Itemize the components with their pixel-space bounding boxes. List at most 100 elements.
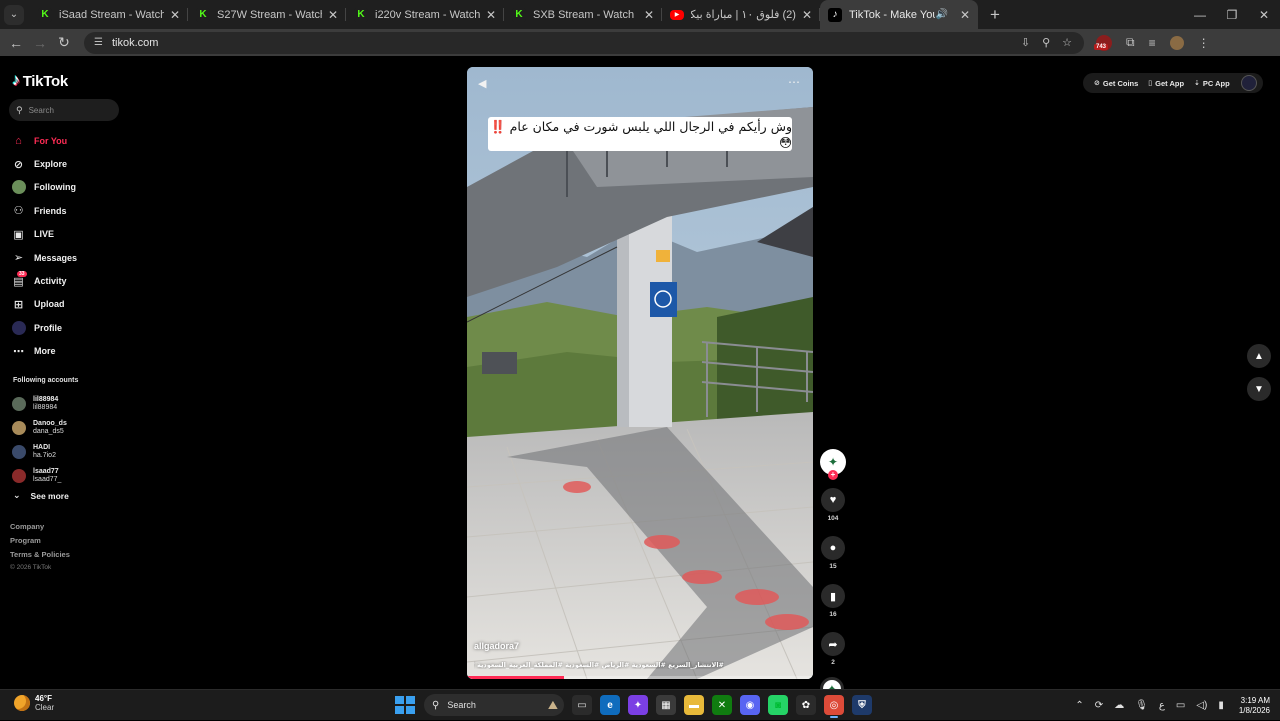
sidebar-item-messages[interactable]: ➢ Messages <box>12 246 130 269</box>
edge-icon[interactable]: e <box>600 695 620 715</box>
search-input[interactable]: ⚲ Search <box>9 99 119 121</box>
sidebar-item-explore[interactable]: ⊘ Explore <box>12 152 130 175</box>
extension-badge-icon[interactable]: 743 <box>1094 34 1112 51</box>
following-account[interactable]: HADI ha.7io2 <box>12 440 122 464</box>
chatgpt-icon[interactable]: ✿ <box>796 695 816 715</box>
close-tab-icon[interactable]: ✕ <box>486 8 496 22</box>
zoom-icon[interactable]: ⚲ <box>1042 36 1050 49</box>
install-app-icon[interactable]: ⇩ <box>1021 36 1030 49</box>
video-author[interactable]: allgadora7 <box>474 641 519 651</box>
pc-app-label: PC App <box>1202 78 1230 88</box>
copilot-icon[interactable]: ✦ <box>628 695 648 715</box>
sidebar-menu: ⌂ For You ⊘ Explore Following ⚇ Friends ▣ LIVE ➢ M… <box>12 129 130 363</box>
sidebar-item-label: LIVE <box>34 229 55 240</box>
forward-icon[interactable]: → <box>28 35 52 51</box>
see-more-button[interactable]: ⌄ See more <box>13 490 69 501</box>
sidebar-item-live[interactable]: ▣ LIVE <box>12 223 130 246</box>
sidebar-item-activity[interactable]: ▤ 33 Activity <box>12 269 130 292</box>
chrome-icon[interactable]: ◎ <box>824 695 844 718</box>
video-progress-bar[interactable] <box>467 676 813 679</box>
creator-avatar[interactable]: ✦ + <box>820 449 846 480</box>
sidebar-item-upload[interactable]: ⊞ Upload <box>12 293 130 316</box>
input-language[interactable]: ع <box>1159 700 1165 711</box>
network-icon[interactable]: ▭ <box>1176 700 1185 711</box>
cloud-icon[interactable]: ☁ <box>1114 700 1124 711</box>
sync-icon[interactable]: ⟳ <box>1095 700 1103 711</box>
file-explorer-icon[interactable]: ▬ <box>684 695 704 715</box>
extensions-puzzle-icon[interactable]: ⧉ <box>1126 35 1135 50</box>
sidebar-item-friends[interactable]: ⚇ Friends <box>12 199 130 222</box>
volume-muted-icon[interactable]: ◀ <box>478 77 486 90</box>
account-name: lsaad77 <box>33 468 59 475</box>
close-tab-icon[interactable]: ✕ <box>802 8 812 22</box>
comment-button[interactable]: ● <box>821 536 845 560</box>
sidebar-item-more[interactable]: ⋯ More <box>12 340 130 363</box>
sidebar-item-profile[interactable]: Profile <box>12 316 130 339</box>
whatsapp-icon[interactable]: ◙ <box>768 695 788 715</box>
more-options-icon[interactable]: ⋯ <box>788 75 801 89</box>
close-tab-icon[interactable]: ✕ <box>170 8 180 22</box>
following-account[interactable]: lsaad77 lsaad77_ <box>12 464 122 488</box>
close-tab-icon[interactable]: ✕ <box>960 8 970 22</box>
security-shield-icon[interactable]: ⛨ <box>852 695 872 715</box>
save-button[interactable]: ▮ <box>821 584 845 608</box>
store-icon[interactable]: ▦ <box>656 695 676 715</box>
volume-icon[interactable]: ◁) <box>1196 700 1207 711</box>
user-avatar[interactable] <box>1240 75 1257 91</box>
restore-icon[interactable]: ❐ <box>1216 0 1248 29</box>
sidebar-item-following[interactable]: Following <box>12 176 130 199</box>
footer-link-program[interactable]: Program <box>10 536 70 550</box>
close-tab-icon[interactable]: ✕ <box>328 8 338 22</box>
previous-video-button[interactable]: ▲ <box>1247 344 1271 368</box>
tiktok-logo[interactable]: ♪ TikTok <box>12 72 68 90</box>
site-info-icon[interactable]: ☰ <box>94 37 103 48</box>
next-video-button[interactable]: ▼ <box>1247 377 1271 401</box>
get-app-button[interactable]: ▯ Get App <box>1143 79 1189 88</box>
bookmark-star-icon[interactable]: ☆ <box>1062 36 1072 49</box>
taskbar-search[interactable]: ⚲ Search ⛰ <box>424 694 564 716</box>
address-bar[interactable]: ☰ tikok.com ⇩ ⚲ ☆ <box>84 31 1084 54</box>
share-count: 2 <box>831 659 835 666</box>
xbox-icon[interactable]: ✕ <box>712 695 732 715</box>
follow-plus-icon[interactable]: + <box>828 470 838 480</box>
weather-widget[interactable]: 46°F Clear <box>14 694 54 712</box>
video-player[interactable]: ◀ ⋯ وش رأيكم في الرجال اللي يلبس شورت في… <box>467 67 813 679</box>
minimize-icon[interactable]: — <box>1184 0 1216 29</box>
pc-app-button[interactable]: ⇣ PC App <box>1189 79 1235 88</box>
back-icon[interactable]: ← <box>4 35 28 51</box>
tab-title: (2) فلوق ١٠ | مباراة بيكس ضد ابو <box>691 9 796 21</box>
profile-avatar[interactable] <box>1169 35 1184 50</box>
tab-audio-icon[interactable]: 🔊 <box>935 9 947 20</box>
browser-tab[interactable]: K S27W Stream - Watch Live on K ✕ <box>188 0 346 29</box>
following-account[interactable]: lil88984 lil88984 <box>12 392 122 416</box>
browser-tab[interactable]: K SXB Stream - Watch Live on Kic ✕ <box>504 0 662 29</box>
close-window-icon[interactable]: ✕ <box>1248 0 1280 29</box>
sidebar-item-for-you[interactable]: ⌂ For You <box>12 129 130 152</box>
video-hashtags[interactable]: #الانتشار_السريع #السعودية #الرياض #السع… <box>474 661 724 669</box>
following-account[interactable]: Danoo_ds dana_ds5 <box>12 416 122 440</box>
discord-icon[interactable]: ◉ <box>740 695 760 715</box>
get-coins-button[interactable]: ⊘ Get Coins <box>1089 79 1143 88</box>
browser-tab[interactable]: Ki220v Stream - Watch Live on K ✕ <box>346 0 504 29</box>
browser-tab[interactable]: ♪ TikTok - Make Your Day🔊 ✕ <box>820 0 978 29</box>
reading-list-icon[interactable]: ≡ <box>1149 36 1156 50</box>
browser-menu-icon[interactable]: ⋮ <box>1198 36 1210 50</box>
tab-search-button[interactable]: ⌄ <box>4 4 24 25</box>
footer-link-terms[interactable]: Terms & Policies <box>10 550 70 564</box>
windows-start-icon[interactable] <box>394 695 415 715</box>
like-button[interactable]: ♥ <box>821 488 845 512</box>
share-button[interactable]: ➦ <box>821 632 845 656</box>
battery-icon[interactable]: ▮ <box>1218 700 1224 711</box>
close-tab-icon[interactable]: ✕ <box>644 8 654 22</box>
clock[interactable]: 3:19 AM 1/8/2026 <box>1239 696 1270 716</box>
task-view-icon[interactable]: ▭ <box>572 695 592 715</box>
browser-tab[interactable]: KiSaad Stream - Watch Live on K ✕ <box>30 0 188 29</box>
sidebar-item-label: Explore <box>34 159 68 170</box>
browser-tab[interactable]: ▶ (2) فلوق ١٠ | مباراة بيكس ضد ابو ✕ <box>662 0 820 29</box>
new-tab-button[interactable]: + <box>990 5 1000 25</box>
footer-link-company[interactable]: Company <box>10 522 70 536</box>
chevron-down-icon: ▼ <box>1254 383 1264 395</box>
microphone-icon[interactable]: 🎙 <box>1135 700 1148 711</box>
reload-icon[interactable]: ↻ <box>52 34 76 51</box>
show-hidden-icons-icon[interactable]: ⌃ <box>1075 700 1083 711</box>
